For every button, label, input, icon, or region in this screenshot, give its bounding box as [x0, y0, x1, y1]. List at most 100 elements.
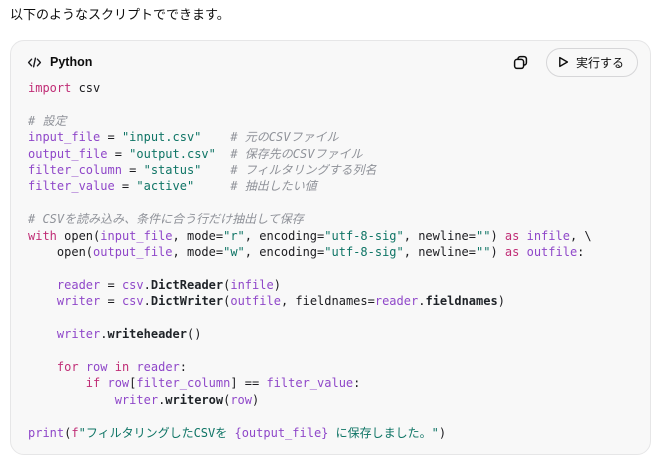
code-token: reader — [375, 294, 418, 308]
code-token: "" — [476, 245, 490, 259]
code-token: ) — [490, 245, 504, 259]
code-token: . — [144, 294, 151, 308]
code-line: for row in reader: — [28, 359, 636, 375]
code-token: "output.csv" — [129, 147, 216, 161]
code-token — [194, 179, 230, 193]
code-token: , mode= — [173, 245, 224, 259]
code-token: open( — [57, 229, 100, 243]
code-token: . — [100, 327, 107, 341]
code-token: writer — [115, 393, 158, 407]
code-token: "utf-8-sig" — [324, 245, 403, 259]
copy-button[interactable] — [510, 52, 531, 73]
code-line: writer.writerow(row) — [28, 392, 636, 408]
code-token: filter_value — [266, 376, 353, 390]
code-line: filter_column = "status" # フィルタリングする列名 — [28, 162, 636, 178]
code-token: : — [353, 376, 360, 390]
code-token: print — [28, 426, 64, 440]
code-token: = — [100, 294, 122, 308]
code-token: # フィルタリングする列名 — [230, 163, 376, 177]
code-token — [201, 163, 230, 177]
code-token: DictWriter — [151, 294, 223, 308]
code-brackets-icon — [27, 56, 42, 69]
code-token: , fieldnames= — [281, 294, 375, 308]
code-line: # 設定 — [28, 113, 636, 129]
code-token — [28, 278, 57, 292]
code-line: reader = csv.DictReader(infile) — [28, 277, 636, 293]
code-token: csv — [122, 278, 144, 292]
code-line: writer = csv.DictWriter(outfile, fieldna… — [28, 293, 636, 309]
code-token: ) — [439, 426, 446, 440]
code-token — [519, 229, 526, 243]
code-line: writer.writeheader() — [28, 326, 636, 342]
code-token: = — [100, 278, 122, 292]
run-button-label: 実行する — [576, 54, 624, 71]
code-token: if — [86, 376, 100, 390]
code-line — [28, 310, 636, 326]
code-token: , newline= — [404, 245, 476, 259]
play-icon — [558, 56, 569, 68]
code-token: fieldnames — [425, 294, 497, 308]
code-token: # 保存先のCSVファイル — [230, 147, 362, 161]
code-line — [28, 260, 636, 276]
code-token: に保存しました。" — [328, 426, 438, 440]
code-line: output_file = "output.csv" # 保存先のCSVファイル — [28, 146, 636, 162]
code-token — [519, 245, 526, 259]
language-label: Python — [50, 55, 92, 69]
code-token: ) — [274, 278, 281, 292]
code-token: for — [57, 360, 79, 374]
code-line: import csv — [28, 80, 636, 96]
code-line: # CSVを読み込み、条件に合う行だけ抽出して保存 — [28, 211, 636, 227]
code-token: = — [107, 147, 129, 161]
code-token: reader — [136, 360, 179, 374]
code-line: if row[filter_column] == filter_value: — [28, 375, 636, 391]
code-token: in — [115, 360, 129, 374]
code-token — [28, 393, 115, 407]
code-token: # 設定 — [28, 114, 66, 128]
code-token — [108, 360, 115, 374]
code-token: infile — [230, 278, 273, 292]
code-token: ) — [498, 294, 505, 308]
run-button[interactable]: 実行する — [546, 48, 638, 77]
code-token: csv — [122, 294, 144, 308]
code-token: as — [505, 245, 519, 259]
code-token: row — [86, 360, 108, 374]
code-line — [28, 195, 636, 211]
code-token: filter_column — [136, 376, 230, 390]
code-token: , \ — [570, 229, 592, 243]
code-line — [28, 96, 636, 112]
code-token: output_file — [93, 245, 172, 259]
code-token: # 抽出したい値 — [230, 179, 316, 193]
code-token: , encoding= — [245, 245, 324, 259]
code-token: infile — [527, 229, 570, 243]
code-line — [28, 343, 636, 359]
code-token: writer — [57, 327, 100, 341]
code-token: filter_column — [28, 163, 122, 177]
code-token: ) — [252, 393, 259, 407]
code-token — [28, 376, 86, 390]
code-token: "" — [476, 229, 490, 243]
code-token — [216, 147, 230, 161]
code-line: print(f"フィルタリングしたCSVを {output_file} に保存し… — [28, 425, 636, 441]
code-token: filter_value — [28, 179, 115, 193]
code-token — [28, 360, 57, 374]
code-token: ) — [490, 229, 504, 243]
code-line: with open(input_file, mode="r", encoding… — [28, 228, 636, 244]
code-token: writeheader — [108, 327, 187, 341]
code-token: , encoding= — [245, 229, 324, 243]
code-token: writer — [57, 294, 100, 308]
code-token: open( — [28, 245, 93, 259]
code-content: import csv # 設定input_file = "input.csv" … — [11, 80, 650, 453]
code-line — [28, 408, 636, 424]
code-token: with — [28, 229, 57, 243]
code-token: "status" — [144, 163, 202, 177]
code-token: "active" — [136, 179, 194, 193]
code-token: , mode= — [173, 229, 224, 243]
code-token: f — [71, 426, 78, 440]
code-token: = — [122, 163, 144, 177]
code-token: outfile — [230, 294, 281, 308]
code-token: "utf-8-sig" — [324, 229, 403, 243]
code-line: open(output_file, mode="w", encoding="ut… — [28, 244, 636, 260]
code-token: , newline= — [404, 229, 476, 243]
copy-icon — [512, 54, 529, 71]
code-card: Python 実行する import csv # 設定inp — [10, 40, 651, 455]
